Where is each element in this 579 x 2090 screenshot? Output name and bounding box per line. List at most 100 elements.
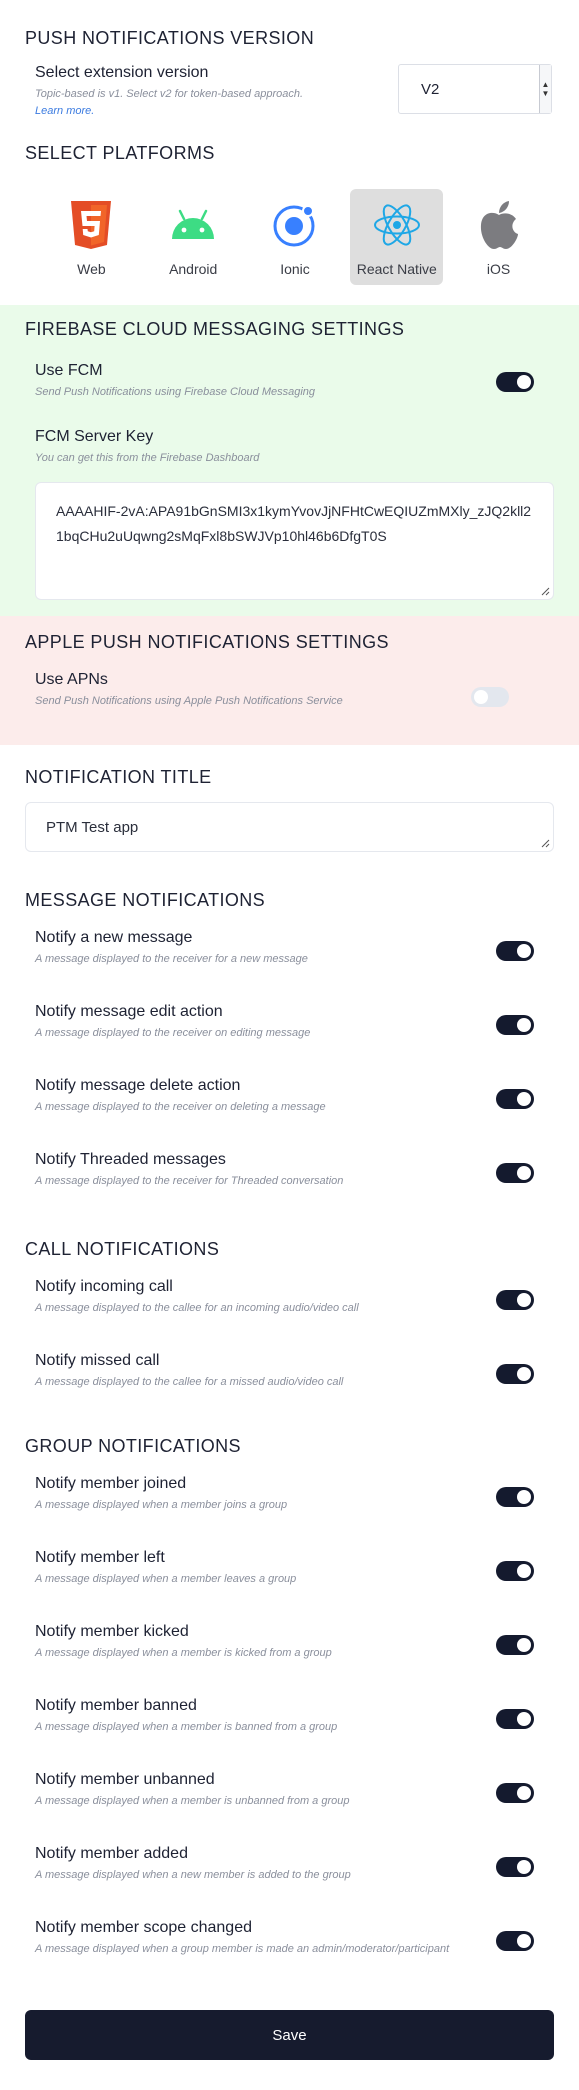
- fcm-key-hint: You can get this from the Firebase Dashb…: [35, 452, 260, 464]
- version-section: PUSH NOTIFICATIONS VERSION Select extens…: [0, 0, 579, 117]
- version-text: Select extension version Topic-based is …: [35, 64, 303, 117]
- setting-label: Notify message edit action: [35, 1003, 223, 1020]
- setting-hint: A message displayed to the receiver for …: [35, 953, 308, 965]
- notify-member-banned: Notify member banned A message displayed …: [25, 1697, 554, 1743]
- call-notifications-section: CALL NOTIFICATIONS Notify incoming call A…: [0, 1197, 579, 1398]
- notify-member-joined-toggle[interactable]: [496, 1487, 534, 1507]
- setting-label: Notify member joined: [35, 1475, 187, 1492]
- use-apns-label: Use APNs: [35, 671, 108, 688]
- message-notifications-heading: MESSAGE NOTIFICATIONS: [25, 890, 266, 910]
- setting-hint: A message displayed to the receiver on d…: [35, 1101, 326, 1113]
- notify-member-kicked: Notify member kicked A message displayed …: [25, 1623, 554, 1669]
- setting-label: Notify member kicked: [35, 1623, 189, 1640]
- setting-label: Notify message delete action: [35, 1077, 241, 1094]
- platform-label-react-native: React Native: [356, 261, 437, 277]
- setting-hint: A message displayed to the callee for an…: [35, 1302, 359, 1314]
- platforms-section: SELECT PLATFORMS Web Android Ionic React…: [0, 117, 579, 285]
- notify-member-left-toggle[interactable]: [496, 1561, 534, 1581]
- notify-member-joined: Notify member joined A message displayed …: [25, 1475, 554, 1521]
- notify-member-added-toggle[interactable]: [496, 1857, 534, 1877]
- version-row: Select extension version Topic-based is …: [25, 64, 554, 117]
- setting-hint: A message displayed when a new member is…: [35, 1869, 351, 1881]
- select-arrow-icon: ▲ ▼: [539, 65, 551, 113]
- platform-label-ionic: Ionic: [280, 261, 310, 277]
- notify-threaded-messages-toggle[interactable]: [496, 1163, 534, 1183]
- notify-member-scope-changed: Notify member scope changed A message dis…: [25, 1919, 554, 1965]
- use-apns-setting: Use APNs Send Push Notifications using A…: [25, 671, 554, 709]
- platforms-heading: SELECT PLATFORMS: [25, 143, 215, 163]
- setting-label: Notify member banned: [35, 1697, 197, 1714]
- notify-member-unbanned-toggle[interactable]: [496, 1783, 534, 1803]
- platform-react-native[interactable]: React Native: [350, 189, 444, 285]
- use-fcm-toggle[interactable]: [496, 372, 534, 392]
- fcm-heading: FIREBASE CLOUD MESSAGING SETTINGS: [25, 319, 405, 339]
- notify-missed-call-toggle[interactable]: [496, 1364, 534, 1384]
- setting-hint: A message displayed to the callee for a …: [35, 1376, 344, 1388]
- resize-handle-icon[interactable]: [540, 838, 550, 848]
- notify-member-added: Notify member added A message displayed w…: [25, 1845, 554, 1891]
- platform-ionic[interactable]: Ionic: [249, 189, 342, 285]
- notify-threaded-messages: Notify Threaded messages A message displa…: [25, 1151, 554, 1197]
- version-select[interactable]: V2 ▲ ▼: [398, 64, 552, 114]
- notify-new-message: Notify a new message A message displayed …: [25, 929, 554, 975]
- save-button[interactable]: Save: [25, 2010, 554, 2060]
- learn-more-link[interactable]: Learn more.: [35, 105, 303, 117]
- apns-heading: APPLE PUSH NOTIFICATIONS SETTINGS: [25, 632, 389, 652]
- platform-list: Web Android Ionic React Native iOS: [25, 189, 554, 285]
- platform-label-web: Web: [77, 261, 106, 277]
- platform-android[interactable]: Android: [147, 189, 240, 285]
- setting-hint: A message displayed when a group member …: [35, 1943, 450, 1955]
- notify-incoming-call-toggle[interactable]: [496, 1290, 534, 1310]
- setting-hint: A message displayed when a member leaves…: [35, 1573, 297, 1585]
- notify-new-message-toggle[interactable]: [496, 941, 534, 961]
- push-notifications-settings: PUSH NOTIFICATIONS VERSION Select extens…: [0, 0, 579, 2090]
- version-hint: Topic-based is v1. Select v2 for token-b…: [35, 88, 304, 100]
- call-notifications-heading: CALL NOTIFICATIONS: [25, 1239, 220, 1259]
- notify-member-left: Notify member left A message displayed wh…: [25, 1549, 554, 1595]
- setting-label: Notify Threaded messages: [35, 1151, 226, 1168]
- group-notifications-heading: GROUP NOTIFICATIONS: [25, 1436, 241, 1456]
- setting-label: Notify incoming call: [35, 1278, 173, 1295]
- notify-missed-call: Notify missed call A message displayed to…: [25, 1352, 554, 1398]
- use-apns-toggle[interactable]: [471, 687, 509, 707]
- setting-label: Notify member added: [35, 1845, 188, 1862]
- notification-title-section: NOTIFICATION TITLE PTM Test app: [0, 745, 579, 852]
- notification-title-value: PTM Test app: [46, 819, 139, 836]
- use-fcm-label: Use FCM: [35, 362, 103, 379]
- save-area: Save: [0, 1965, 579, 2060]
- platform-web[interactable]: Web: [45, 189, 138, 285]
- setting-label: Notify member unbanned: [35, 1771, 215, 1788]
- notify-member-banned-toggle[interactable]: [496, 1709, 534, 1729]
- group-notifications-section: GROUP NOTIFICATIONS Notify member joined…: [0, 1398, 579, 1965]
- setting-hint: A message displayed when a member is kic…: [35, 1647, 332, 1659]
- platform-ios[interactable]: iOS: [452, 189, 545, 285]
- version-selected-value: V2: [421, 80, 440, 98]
- resize-handle-icon[interactable]: [540, 586, 550, 596]
- react-icon: [371, 199, 423, 251]
- setting-label: Notify member left: [35, 1549, 165, 1566]
- fcm-key-setting: FCM Server Key You can get this from the…: [25, 428, 554, 466]
- use-apns-hint: Send Push Notifications using Apple Push…: [35, 695, 343, 707]
- setting-label: Notify a new message: [35, 929, 193, 946]
- fcm-server-key-input[interactable]: AAAAHIF-2vA:APA91bGnSMI3x1kymYvovJjNFHtC…: [35, 482, 554, 600]
- version-heading: PUSH NOTIFICATIONS VERSION: [25, 28, 315, 48]
- notify-message-delete: Notify message delete action A message di…: [25, 1077, 554, 1123]
- notify-message-edit-toggle[interactable]: [496, 1015, 534, 1035]
- notify-member-scope-changed-toggle[interactable]: [496, 1931, 534, 1951]
- notify-member-kicked-toggle[interactable]: [496, 1635, 534, 1655]
- apple-icon: [473, 199, 525, 251]
- fcm-server-key-value: AAAAHIF-2vA:APA91bGnSMI3x1kymYvovJjNFHtC…: [56, 503, 532, 544]
- notify-member-unbanned: Notify member unbanned A message displaye…: [25, 1771, 554, 1817]
- fcm-section: FIREBASE CLOUD MESSAGING SETTINGS Use FC…: [0, 305, 579, 616]
- fcm-key-label: FCM Server Key: [35, 428, 154, 445]
- version-label: Select extension version: [35, 64, 209, 81]
- use-fcm-hint: Send Push Notifications using Firebase C…: [35, 386, 316, 398]
- platform-label-ios: iOS: [486, 261, 511, 277]
- notification-title-input[interactable]: PTM Test app: [25, 802, 554, 852]
- notify-message-delete-toggle[interactable]: [496, 1089, 534, 1109]
- apns-section: APPLE PUSH NOTIFICATIONS SETTINGS Use AP…: [0, 616, 579, 745]
- notification-title-heading: NOTIFICATION TITLE: [25, 767, 212, 787]
- use-fcm-setting: Use FCM Send Push Notifications using Fi…: [25, 362, 554, 400]
- setting-hint: A message displayed when a member joins …: [35, 1499, 288, 1511]
- android-icon: [167, 199, 219, 251]
